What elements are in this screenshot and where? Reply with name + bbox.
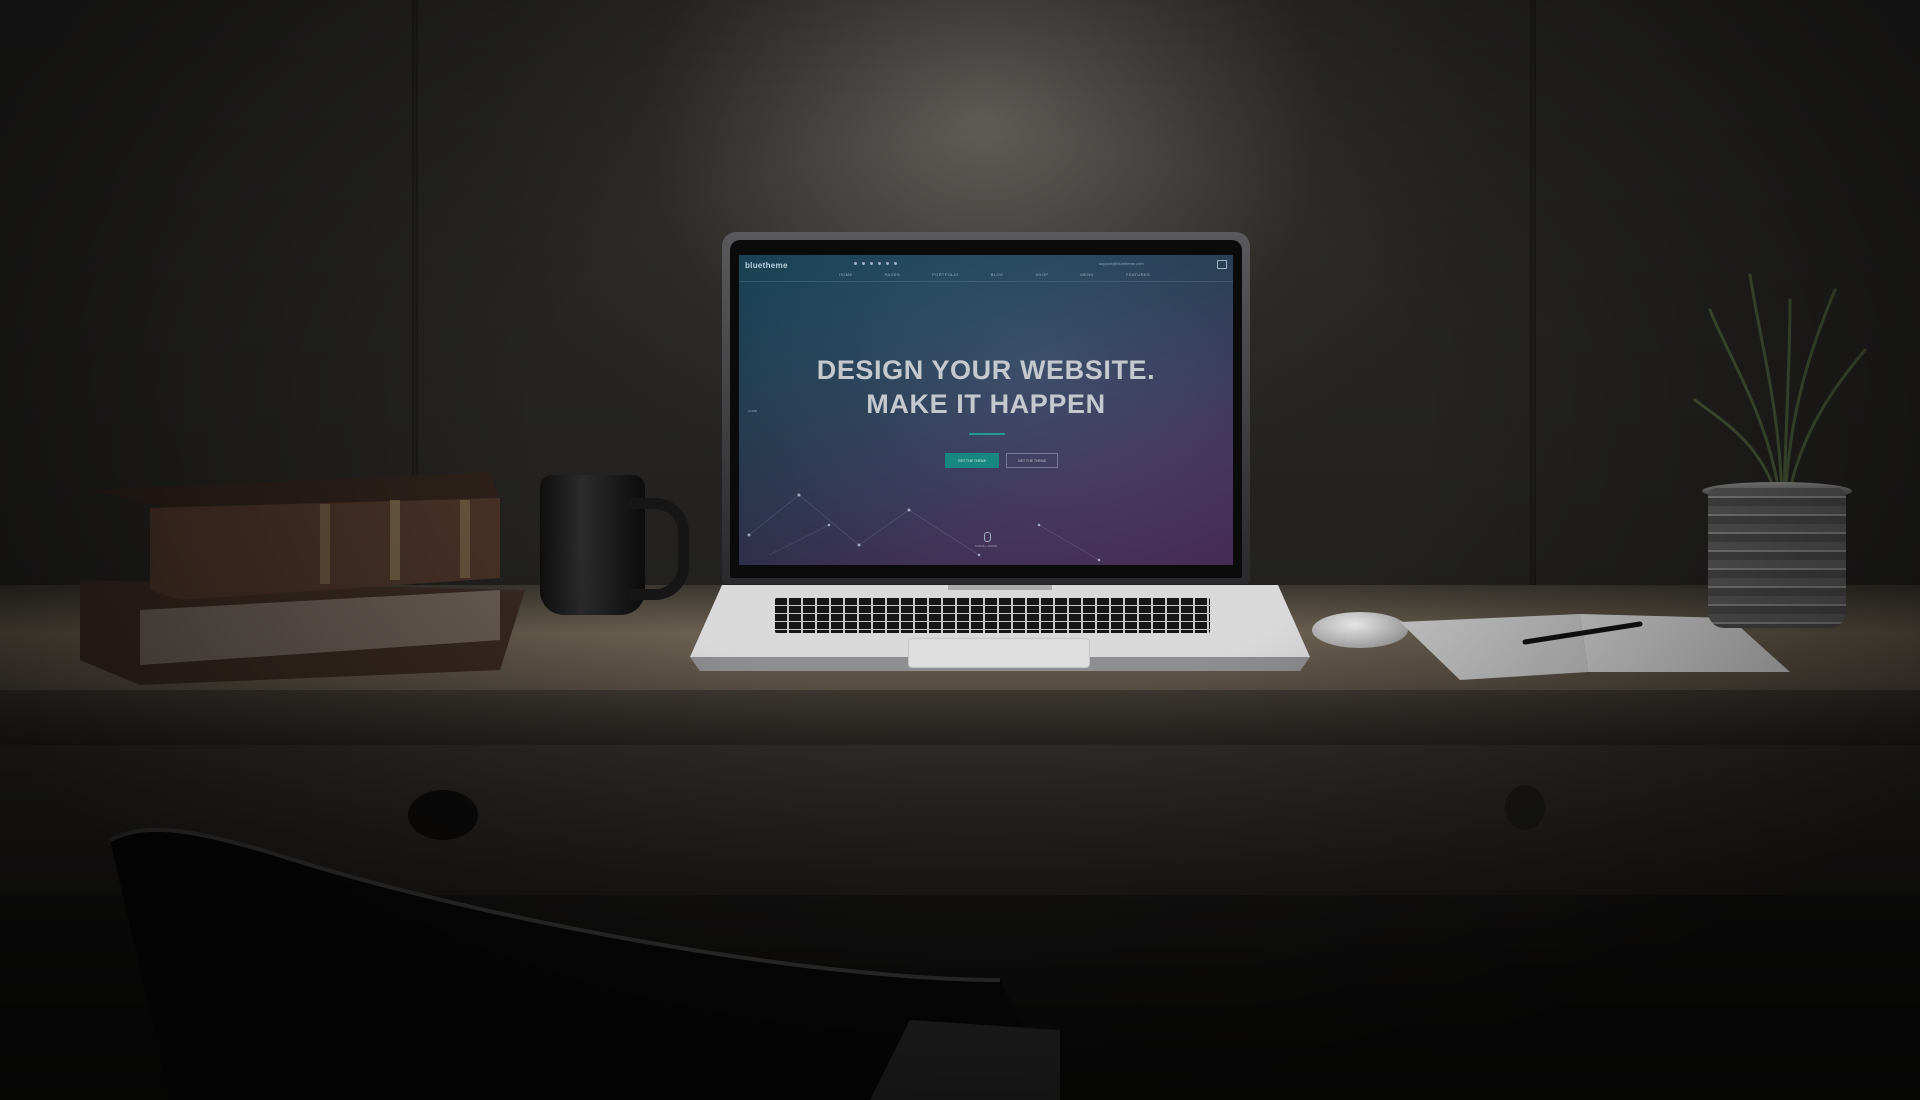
nav-item[interactable]: FEATURES bbox=[1126, 272, 1150, 277]
get-theme-outline-button[interactable]: GET THE THEME bbox=[1006, 453, 1058, 468]
nav-item[interactable]: SHOP bbox=[1035, 272, 1048, 277]
keyboard-rows bbox=[775, 598, 1210, 633]
scroll-mouse-icon[interactable] bbox=[984, 532, 991, 542]
get-theme-button[interactable]: GET THE THEME bbox=[945, 453, 999, 468]
laptop-screen: bluetheme support@bluetheme.com HOME PAG… bbox=[739, 255, 1233, 565]
site-email[interactable]: support@bluetheme.com bbox=[1099, 261, 1144, 266]
chair bbox=[110, 827, 1060, 1100]
potted-plant bbox=[1693, 273, 1867, 500]
nav-divider bbox=[739, 281, 1233, 282]
social-icons[interactable] bbox=[854, 262, 897, 265]
nav-item[interactable]: PAGES bbox=[885, 272, 901, 277]
site-logo[interactable]: bluetheme bbox=[745, 261, 788, 270]
wood-knot bbox=[1505, 785, 1545, 830]
headline-underline bbox=[969, 433, 1005, 435]
nav-item[interactable]: PORTFOLIO bbox=[932, 272, 959, 277]
scroll-down-label[interactable]: SCROLL DOWN bbox=[739, 544, 1233, 548]
nav-item[interactable]: BLOG bbox=[991, 272, 1004, 277]
network-graphic bbox=[747, 493, 1101, 562]
book-stack bbox=[80, 472, 525, 685]
mug-handle bbox=[628, 498, 689, 600]
computer-mouse bbox=[1312, 612, 1408, 648]
wall-seam bbox=[1530, 0, 1536, 590]
desk-edge bbox=[0, 690, 1920, 745]
photo-scene: bluetheme support@bluetheme.com HOME PAG… bbox=[0, 0, 1920, 1100]
hero-headline-line2: MAKE IT HAPPEN bbox=[866, 389, 1106, 419]
nav-item[interactable]: HOME bbox=[839, 272, 853, 277]
site-nav[interactable]: HOME PAGES PORTFOLIO BLOG SHOP MENU FEAT… bbox=[839, 272, 1150, 277]
nav-item[interactable]: MENU bbox=[1080, 272, 1093, 277]
laptop-trackpad bbox=[908, 638, 1090, 668]
hero-headline-line1: DESIGN YOUR WEBSITE. bbox=[816, 355, 1156, 385]
plant-pot bbox=[1708, 488, 1846, 628]
cart-icon[interactable] bbox=[1217, 260, 1227, 269]
